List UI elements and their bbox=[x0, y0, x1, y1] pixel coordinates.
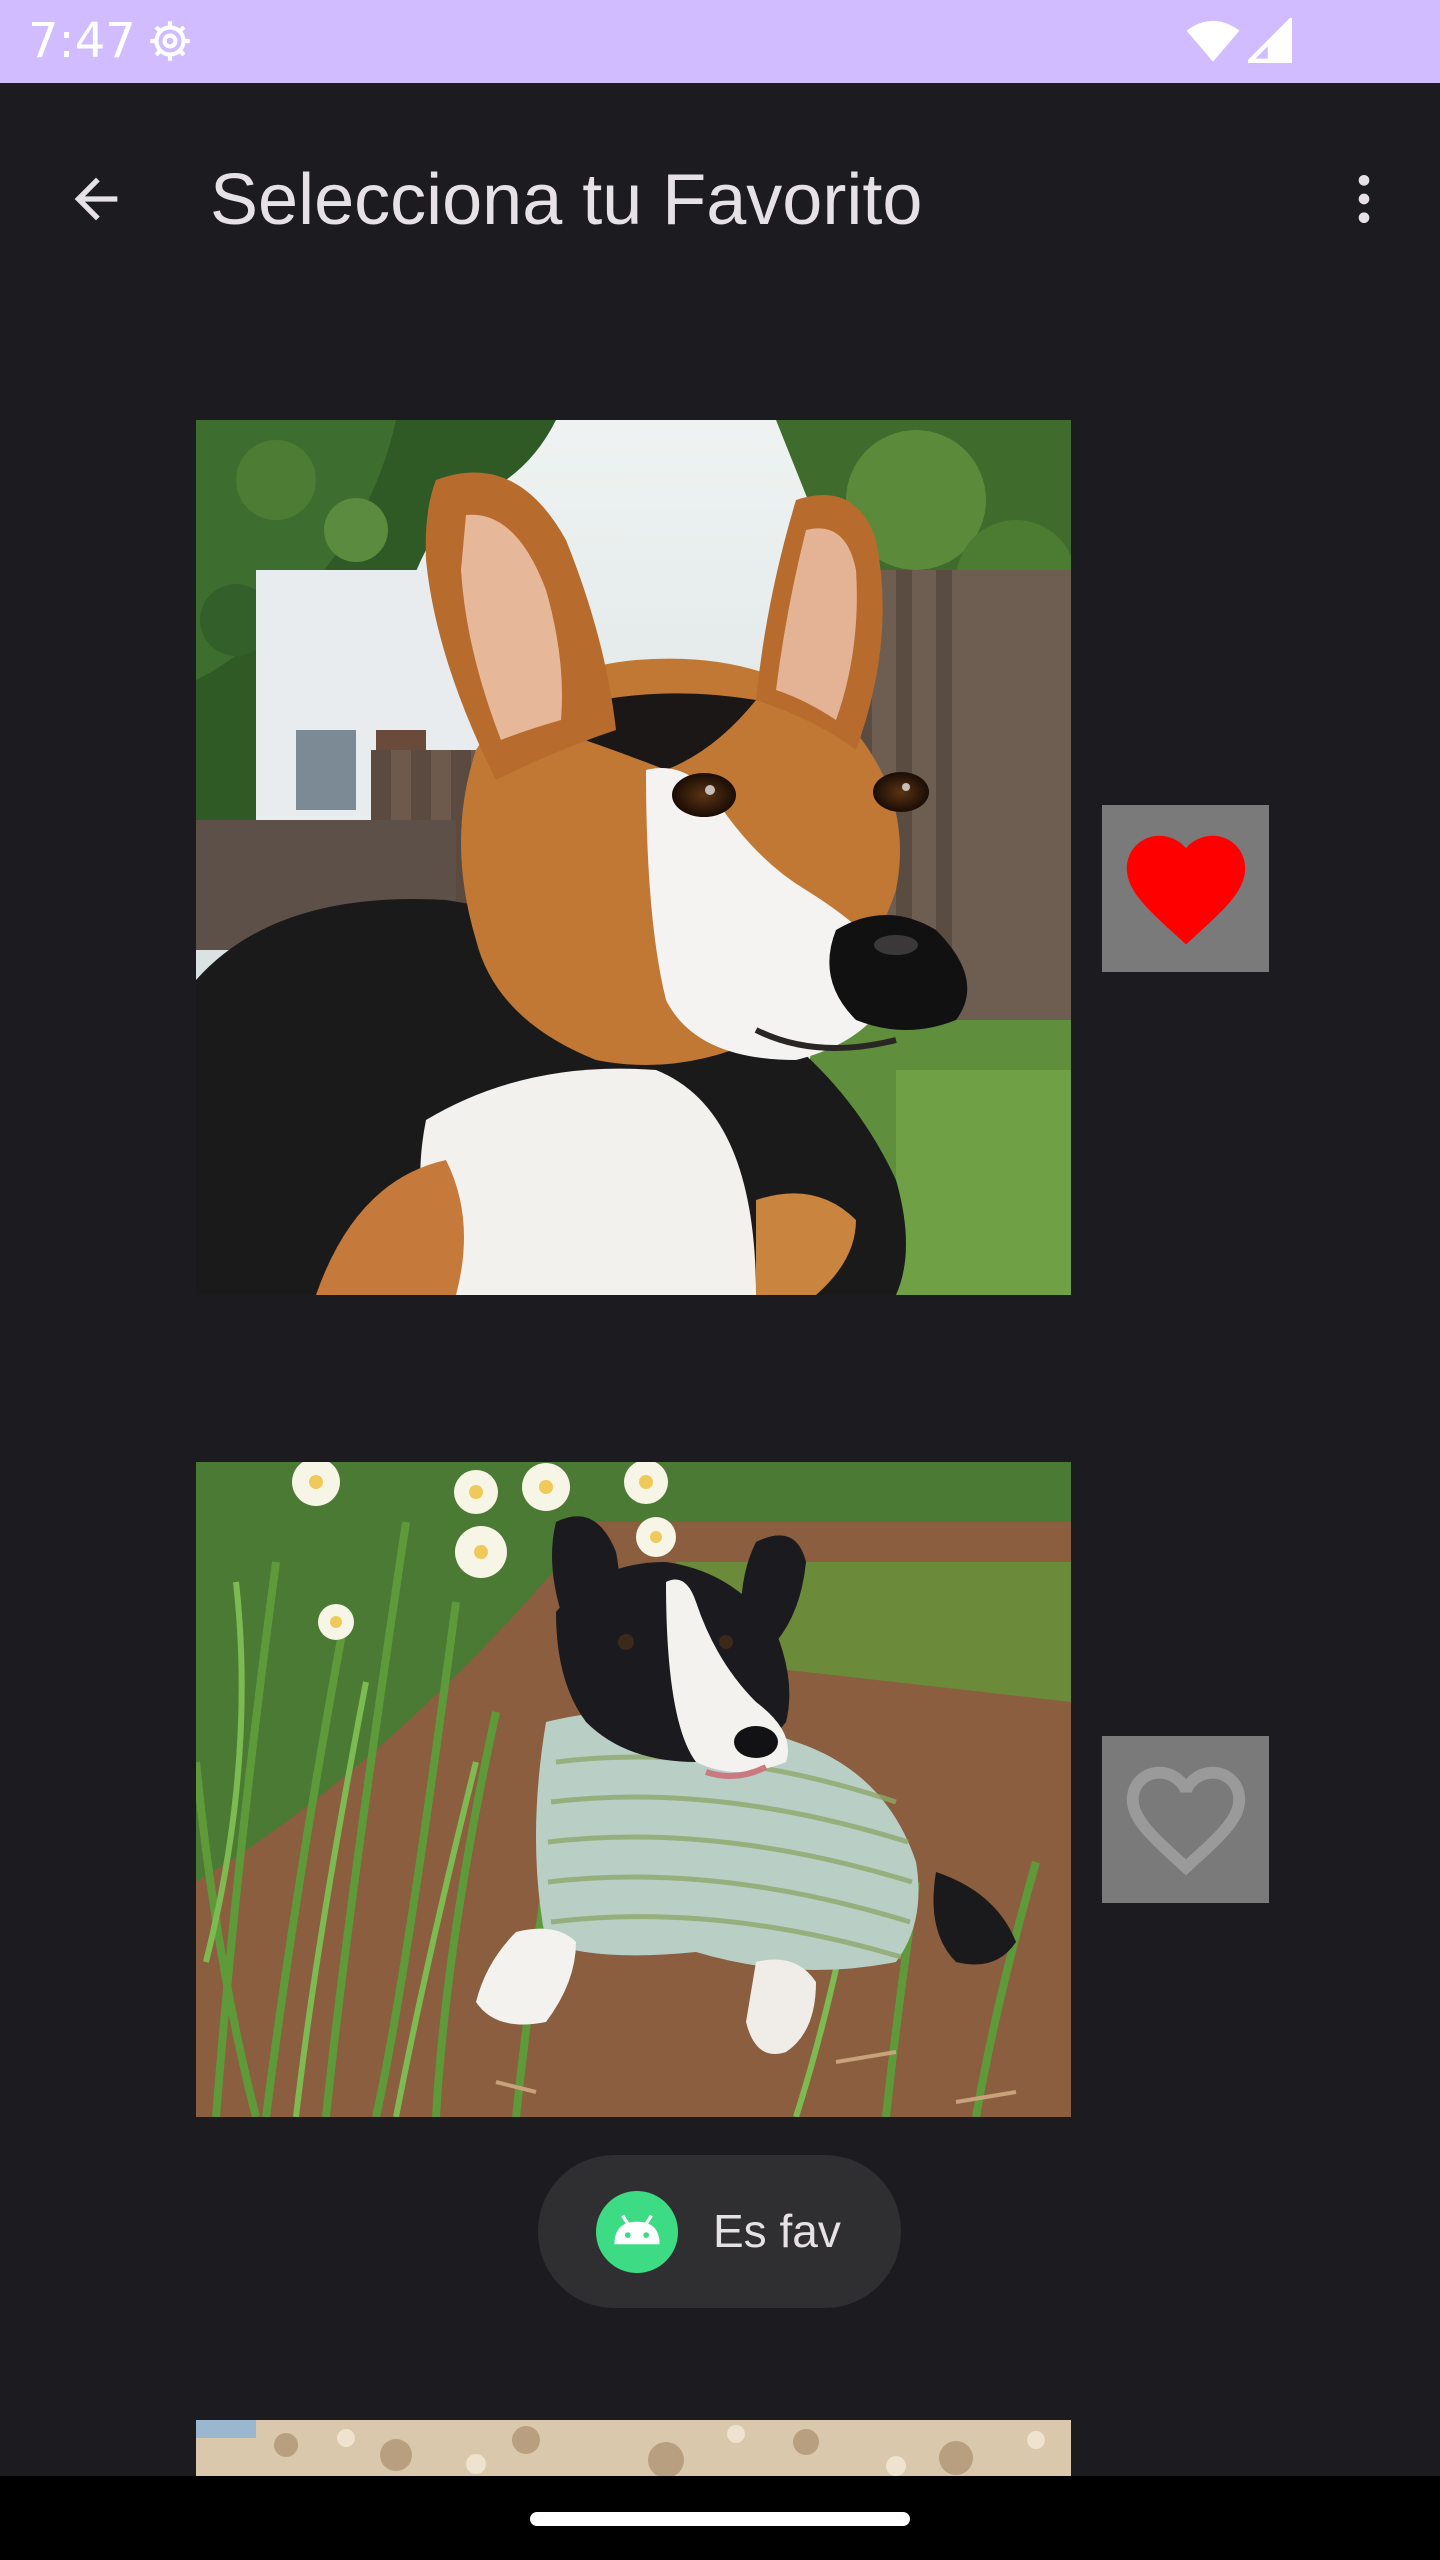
app-bar: Selecciona tu Favorito bbox=[0, 83, 1440, 313]
favorite-toggle-2[interactable] bbox=[1102, 1736, 1269, 1903]
navigation-bar bbox=[0, 2476, 1440, 2560]
dog-photo-1[interactable] bbox=[196, 420, 1071, 1295]
corgi-portrait-image bbox=[196, 420, 1071, 1295]
status-bar: 7:47 bbox=[0, 0, 1440, 83]
toast-message: Es fav bbox=[713, 2205, 841, 2257]
favorite-toggle-1[interactable] bbox=[1102, 805, 1269, 972]
more-vert-icon bbox=[1358, 175, 1370, 223]
heart-outline-icon bbox=[1126, 1766, 1245, 1875]
screen: 7:47 Selecciona tu Favorito Es fav bbox=[0, 0, 1440, 2560]
heart-filled-icon bbox=[1126, 835, 1245, 944]
more-options-button[interactable] bbox=[1316, 151, 1412, 247]
status-time: 7:47 bbox=[28, 13, 136, 69]
dog-photo-3[interactable] bbox=[196, 2420, 1071, 2476]
back-button[interactable] bbox=[48, 151, 144, 247]
corgi-sweater-image bbox=[196, 1462, 1071, 2117]
arrow-back-icon bbox=[74, 177, 118, 221]
gear-icon bbox=[150, 21, 190, 61]
toast: Es fav bbox=[538, 2155, 901, 2308]
page-title: Selecciona tu Favorito bbox=[210, 160, 923, 240]
dog-photo-2[interactable] bbox=[196, 1462, 1071, 2117]
signal-icon bbox=[1248, 18, 1292, 63]
wifi-icon bbox=[1186, 20, 1240, 62]
home-indicator[interactable] bbox=[530, 2512, 910, 2526]
android-icon bbox=[596, 2191, 678, 2273]
landscape-image bbox=[196, 2420, 1071, 2476]
